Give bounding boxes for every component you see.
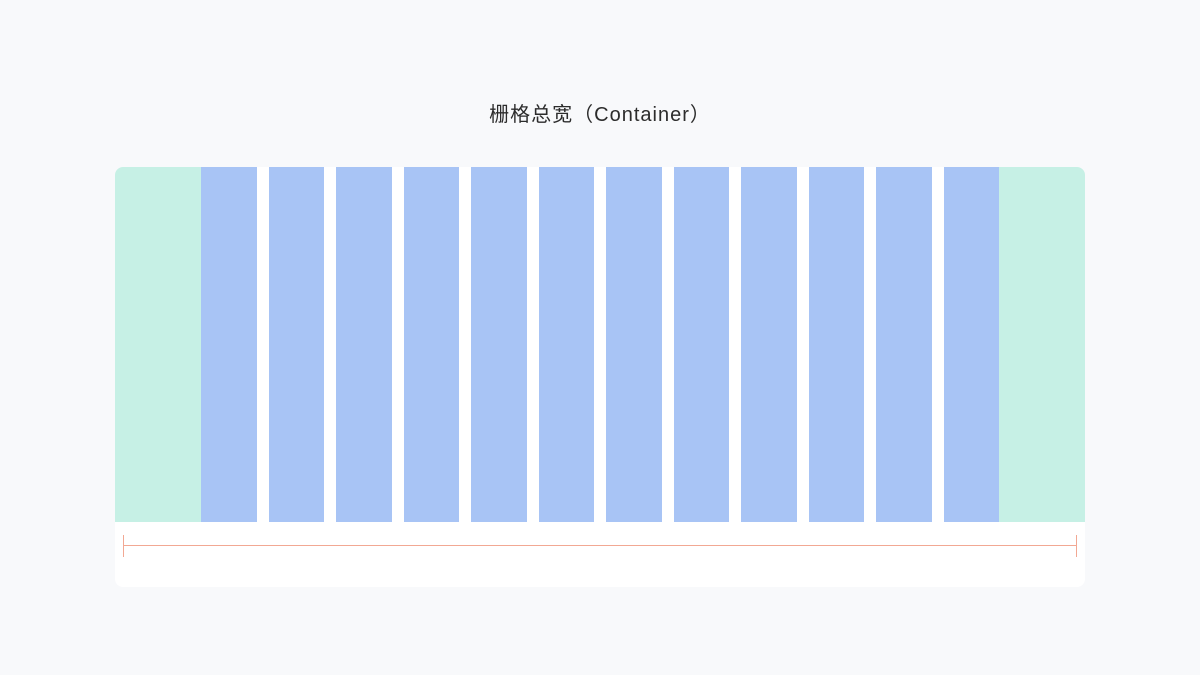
grid-column [336,167,392,522]
grid-container [115,167,1085,587]
grid-column [876,167,932,522]
grid-column [539,167,595,522]
dimension-indicator [123,535,1077,557]
margin-left [115,167,201,522]
diagram-title: 栅格总宽（Container） [489,98,711,127]
grid-column [404,167,460,522]
columns-area [201,167,999,522]
grid-column [471,167,527,522]
grid-column [201,167,257,522]
dimension-horizontal-line [123,545,1077,546]
dimension-tick-right [1076,535,1077,557]
grid-row [115,167,1085,522]
margin-right [999,167,1085,522]
grid-column [741,167,797,522]
grid-column [606,167,662,522]
grid-column [944,167,1000,522]
grid-column [809,167,865,522]
grid-column [269,167,325,522]
grid-column [674,167,730,522]
dimension-tick-left [123,535,124,557]
diagram-card: 栅格总宽（Container） [50,48,1150,628]
